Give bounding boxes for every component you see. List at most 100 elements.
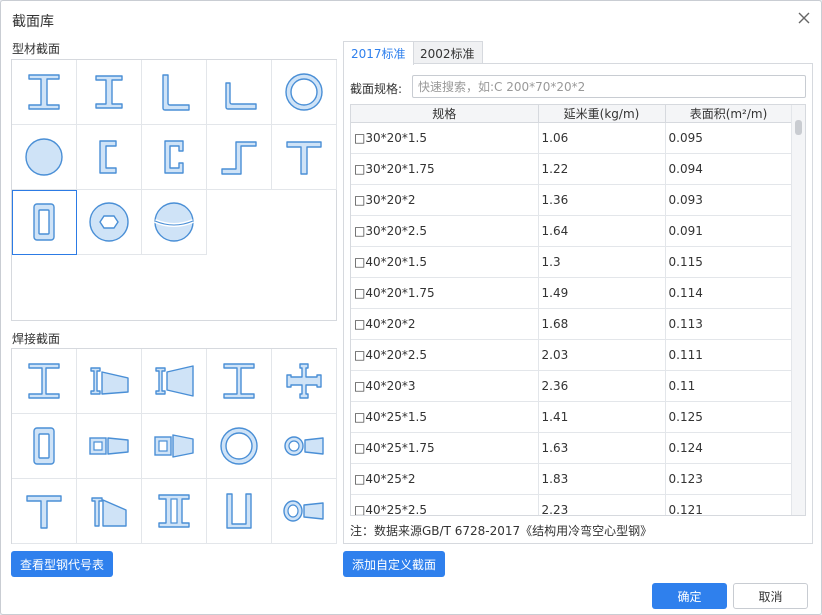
table-row[interactable]: □40*25*1.5 1.41 0.125 (351, 401, 793, 433)
tab-2002[interactable]: 2002标准 (412, 41, 483, 64)
section-cell-rectangular-tube[interactable] (12, 190, 77, 255)
cell-weight: 1.41 (538, 401, 666, 433)
lipped-channel-icon (99, 140, 117, 174)
tapered-circular-icon (284, 436, 324, 456)
section-cell-tapered-h[interactable] (77, 349, 142, 414)
section-library-dialog: 截面库 型材截面 焊接截面 查看型钢代号表 2017标准 2002标准 截面规格… (0, 0, 822, 615)
column-header-area[interactable]: 表面积(m²/m) (665, 105, 793, 123)
search-input[interactable] (412, 75, 806, 98)
cancel-button[interactable]: 取消 (733, 583, 808, 609)
cell-area: 0.121 (665, 494, 793, 515)
section-cell-tapered-rect-tube[interactable] (142, 414, 207, 479)
column-header-spec[interactable]: 规格 (351, 105, 539, 123)
cell-area: 0.115 (665, 246, 793, 278)
section-cell-hex-tube[interactable] (77, 190, 142, 255)
column-header-weight[interactable]: 延米重(kg/m) (538, 105, 666, 123)
table-row[interactable]: □40*25*2.5 2.23 0.121 (351, 494, 793, 515)
section-cell-lipped-channel[interactable] (77, 125, 142, 190)
cell-spec: □30*20*1.5 (351, 122, 539, 154)
table-row[interactable]: □40*20*1.75 1.49 0.114 (351, 277, 793, 309)
rectangular-tube-icon (33, 203, 55, 241)
scroll-thumb[interactable] (795, 120, 802, 135)
section-cell-unequal-angle[interactable] (207, 60, 272, 125)
cell-weight: 1.3 (538, 246, 666, 278)
sphere-icon (154, 202, 194, 242)
table-row[interactable]: □30*20*1.75 1.22 0.094 (351, 153, 793, 185)
section-cell-welded-box[interactable] (12, 414, 77, 479)
cell-spec: □40*25*1.5 (351, 401, 539, 433)
cell-area: 0.094 (665, 153, 793, 185)
section-cell-welded-h[interactable] (207, 349, 272, 414)
section-cell-tapered-box[interactable] (77, 414, 142, 479)
cell-weight: 1.63 (538, 432, 666, 464)
section-cell-u-section[interactable] (207, 479, 272, 544)
section-cell-equal-angle[interactable] (142, 60, 207, 125)
cell-weight: 2.23 (538, 494, 666, 515)
section-cell-channel[interactable] (142, 125, 207, 190)
cell-area: 0.124 (665, 432, 793, 464)
cell-spec: □30*20*2 (351, 184, 539, 216)
welded-circular-icon (220, 427, 258, 465)
section-cell-cross-section[interactable] (272, 349, 337, 414)
profile-section-grid (11, 59, 337, 321)
h-beam-icon (95, 75, 123, 109)
cell-area: 0.113 (665, 308, 793, 340)
section-cell-tapered-circular[interactable] (272, 414, 337, 479)
solid-round-icon (25, 138, 63, 176)
cell-area: 0.114 (665, 277, 793, 309)
channel-icon (164, 140, 184, 174)
table-row[interactable]: □40*25*1.75 1.63 0.124 (351, 432, 793, 464)
section-cell-welded-circular[interactable] (207, 414, 272, 479)
tapered-h-icon (90, 367, 129, 395)
section-cell-tapered-i[interactable] (142, 349, 207, 414)
section-cell-z-section[interactable] (207, 125, 272, 190)
table-row[interactable]: □40*20*1.5 1.3 0.115 (351, 246, 793, 278)
hex-tube-icon (89, 202, 129, 242)
table-row[interactable]: □40*20*2 1.68 0.113 (351, 308, 793, 340)
tapered-oval-icon (283, 500, 324, 522)
section-cell-i-beam[interactable] (12, 60, 77, 125)
cell-weight: 1.68 (538, 308, 666, 340)
welded-box-icon (33, 427, 55, 465)
cell-spec: □40*25*2.5 (351, 494, 539, 515)
cell-area: 0.095 (665, 122, 793, 154)
z-section-icon (221, 141, 257, 175)
cell-weight: 1.49 (538, 277, 666, 309)
t-section-icon (286, 141, 322, 175)
cell-area: 0.125 (665, 401, 793, 433)
ok-button[interactable]: 确定 (652, 583, 727, 609)
i-beam-icon (28, 74, 60, 110)
table-row[interactable]: □40*20*2.5 2.03 0.111 (351, 339, 793, 371)
table-row[interactable]: □40*25*2 1.83 0.123 (351, 463, 793, 495)
tapered-i-icon (155, 365, 194, 397)
section-cell-circular-tube[interactable] (272, 60, 337, 125)
spec-panel: 截面规格: 规格 延米重(kg/m) 表面积(m²/m) □30*20*1.51… (343, 63, 813, 544)
section-cell-h-beam[interactable] (77, 60, 142, 125)
table-row[interactable]: □30*20*1.5 1.06 0.095 (351, 122, 793, 154)
table-row[interactable]: □30*20*2 1.36 0.093 (351, 184, 793, 216)
section-cell-solid-round[interactable] (12, 125, 77, 190)
table-row[interactable]: □30*20*2.5 1.64 0.091 (351, 215, 793, 247)
section-cell-tapered-oval[interactable] (272, 479, 337, 544)
add-custom-section-button[interactable]: 添加自定义截面 (343, 551, 445, 577)
empty-cell (207, 190, 272, 255)
welded-label: 焊接截面 (12, 332, 61, 346)
close-icon[interactable] (795, 9, 813, 27)
section-cell-tapered-t[interactable] (77, 479, 142, 544)
tab-2017[interactable]: 2017标准 (343, 41, 414, 65)
circular-tube-icon (285, 73, 323, 111)
cell-area: 0.111 (665, 339, 793, 371)
section-cell-t-section[interactable] (272, 125, 337, 190)
section-cell-sphere[interactable] (142, 190, 207, 255)
section-cell-welded-i[interactable] (12, 349, 77, 414)
cell-spec: □40*20*1.75 (351, 277, 539, 309)
section-cell-welded-t[interactable] (12, 479, 77, 544)
view-codes-button[interactable]: 查看型钢代号表 (11, 551, 113, 577)
welded-t-icon (26, 495, 62, 529)
section-cell-double-i[interactable] (142, 479, 207, 544)
empty-cell (272, 190, 337, 255)
welded-section-grid (11, 348, 337, 544)
table-row[interactable]: □40*20*3 2.36 0.11 (351, 370, 793, 402)
cell-spec: □40*25*2 (351, 463, 539, 495)
table-scrollbar[interactable] (791, 105, 805, 515)
